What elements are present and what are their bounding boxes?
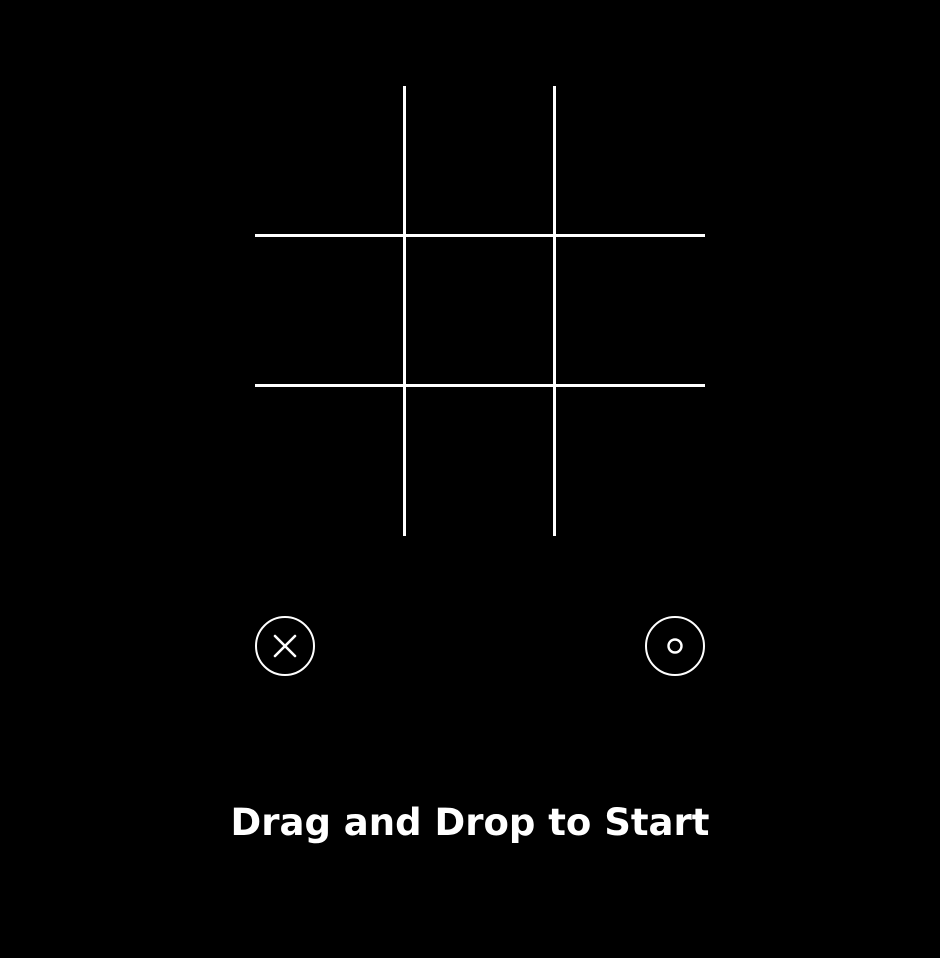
x-icon <box>255 616 315 676</box>
board-cell-r3c2[interactable] <box>405 386 555 536</box>
board-cell-r2c2[interactable] <box>405 236 555 386</box>
game-board <box>255 86 705 536</box>
board-cell-r1c2[interactable] <box>405 86 555 236</box>
board-cell-r3c1[interactable] <box>255 386 405 536</box>
board-cell-r1c1[interactable] <box>255 86 405 236</box>
draggable-o-piece[interactable] <box>645 616 705 676</box>
board-cell-r1c3[interactable] <box>555 86 705 236</box>
board-cell-r2c3[interactable] <box>555 236 705 386</box>
o-icon <box>645 616 705 676</box>
board-cell-r3c3[interactable] <box>555 386 705 536</box>
status-message: Drag and Drop to Start <box>230 801 710 844</box>
draggable-x-piece[interactable] <box>255 616 315 676</box>
board-cell-r2c1[interactable] <box>255 236 405 386</box>
